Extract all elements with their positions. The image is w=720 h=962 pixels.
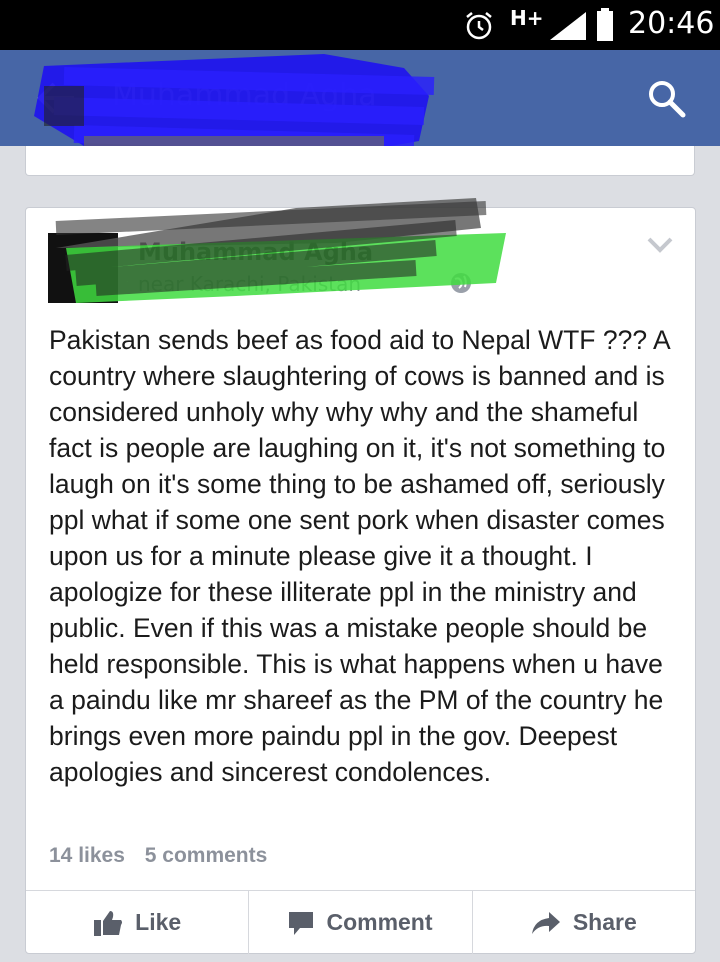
post-text: Pakistan sends beef as food aid to Nepal… [49, 325, 670, 787]
signal-bars-icon [550, 12, 586, 40]
like-button[interactable]: Like [26, 891, 248, 954]
alarm-clock-icon [466, 12, 492, 40]
status-bar: H+ 20:46 [0, 0, 720, 50]
post-location: near Karachi, Pakistan [138, 272, 362, 296]
previous-post-card [25, 146, 695, 176]
clock: 20:46 [628, 6, 715, 41]
engagement-counts: 14 likes 5 comments [49, 844, 267, 868]
back-arrow-icon[interactable] [36, 80, 76, 116]
globe-icon [451, 273, 471, 293]
thumbs-up-icon [94, 910, 123, 936]
app-header: Muhammad Agha [0, 50, 720, 146]
page-title: Muhammad Agha [112, 78, 377, 113]
likes-count[interactable]: 14 likes [49, 844, 125, 867]
comments-count[interactable]: 5 comments [145, 844, 268, 867]
chevron-down-icon[interactable] [646, 236, 674, 254]
post-card: Muhammad Agha near Karachi, Pakistan Pak… [25, 198, 696, 954]
share-arrow-icon [531, 911, 560, 934]
like-label: Like [135, 909, 182, 935]
avatar[interactable] [48, 233, 118, 303]
network-type: H+ [510, 6, 544, 30]
comment-button[interactable]: Comment [248, 891, 471, 954]
battery-icon [597, 8, 613, 41]
share-label: Share [572, 909, 637, 935]
search-icon[interactable] [646, 78, 686, 118]
post-actions: Like Comment Share [26, 890, 695, 954]
speech-bubble-icon [289, 911, 314, 935]
post-author[interactable]: Muhammad Agha [138, 238, 373, 266]
comment-label: Comment [326, 909, 433, 935]
share-button[interactable]: Share [471, 891, 695, 954]
